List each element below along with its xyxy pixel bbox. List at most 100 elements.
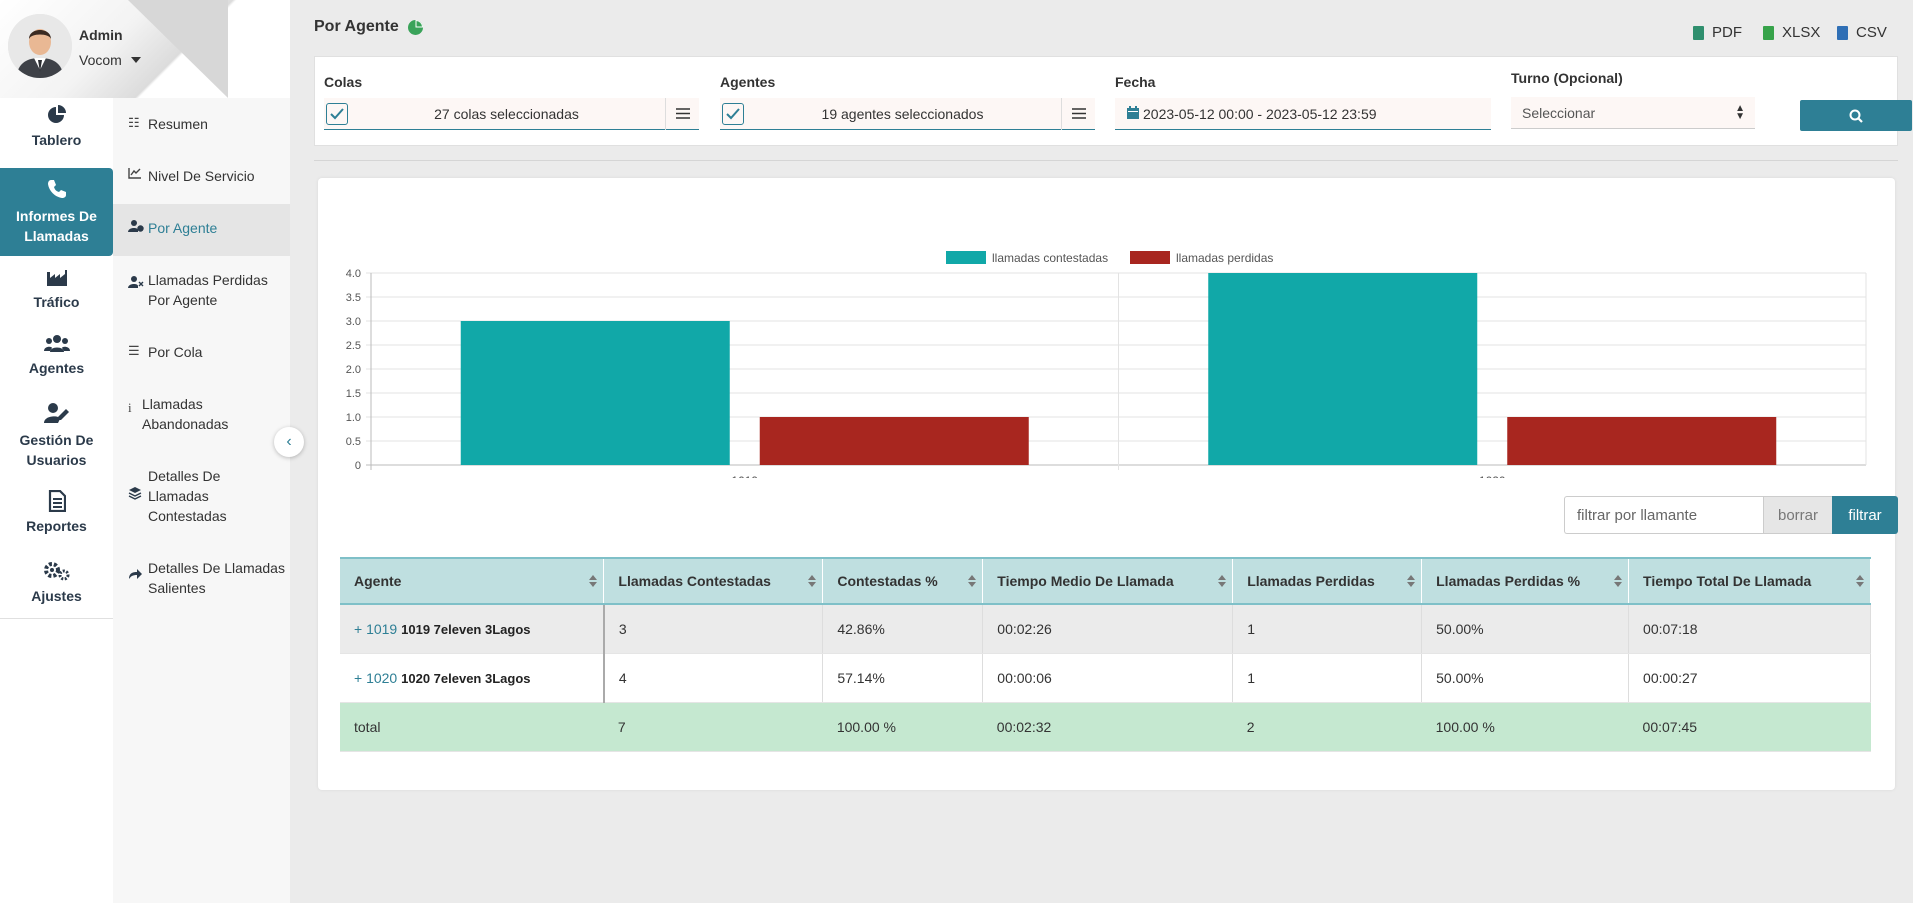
- nav-item-label: Ajustes: [31, 588, 82, 604]
- user-clock-icon: [128, 219, 148, 235]
- table-header-row: Agente Llamadas Contestadas Contestadas …: [340, 557, 1871, 605]
- sort-caret-icon: ▲ ▼: [1735, 102, 1745, 122]
- column-header[interactable]: Tiempo Total De Llamada: [1628, 557, 1871, 605]
- table-cell: 57.14%: [822, 653, 984, 703]
- caller-filter-input[interactable]: [1564, 496, 1764, 534]
- apply-filter-button[interactable]: filtrar: [1832, 496, 1898, 534]
- agentes-label: Agentes: [720, 74, 776, 90]
- column-header[interactable]: Llamadas Perdidas %: [1421, 557, 1630, 605]
- turno-value: Seleccionar: [1522, 104, 1596, 121]
- user-profile-box[interactable]: Admin Vocom: [0, 0, 290, 98]
- submenu-item-label: Por Agente: [148, 220, 218, 236]
- chevron-down-icon[interactable]: [131, 57, 141, 63]
- export-xlsx-button[interactable]: XLSX: [1763, 24, 1820, 41]
- colas-multiselect[interactable]: 27 colas seleccionadas: [324, 97, 699, 130]
- submenu-item-detalles-contestadas[interactable]: Detalles De Llamadas Contestadas: [113, 466, 290, 530]
- y-tick-label: 4.0: [346, 268, 361, 280]
- layers-icon: [128, 486, 148, 503]
- nav-item-ajustes[interactable]: Ajustes: [0, 560, 113, 620]
- nav-item-tablero[interactable]: Tablero: [0, 104, 113, 164]
- line-chart-icon: [128, 167, 148, 182]
- turno-select[interactable]: Seleccionar ▲ ▼: [1511, 97, 1755, 129]
- submenu-item-label: Nivel De Servicio: [148, 168, 255, 184]
- checkbox-icon[interactable]: [722, 102, 744, 125]
- submenu: ☷ Resumen Nivel De Servicio Por Agente L…: [113, 98, 290, 903]
- column-header-label: Contestadas %: [837, 573, 938, 589]
- divider: [314, 160, 1898, 161]
- agent-name: 1020 7eleven 3Lagos: [401, 670, 531, 686]
- checkbox-icon[interactable]: [326, 102, 348, 125]
- nav-item-agentes[interactable]: Agentes: [0, 334, 113, 394]
- table-cell: 42.86%: [822, 604, 984, 654]
- agentes-multiselect[interactable]: 19 agentes seleccionados: [720, 97, 1095, 130]
- colas-value: 27 colas seleccionadas: [434, 105, 579, 122]
- table-row: + 1020 1020 7eleven 3Lagos 4 57.14% 00:0…: [340, 653, 1871, 703]
- legend-label: llamadas perdidas: [1176, 251, 1273, 265]
- export-pdf-button[interactable]: PDF: [1693, 24, 1742, 41]
- nav-item-label: Reportes: [26, 518, 87, 534]
- y-tick-label: 0: [355, 460, 361, 472]
- turno-label: Turno (Opcional): [1511, 70, 1623, 86]
- total-label: total: [340, 702, 604, 752]
- y-tick-label: 0.5: [346, 436, 361, 448]
- submenu-item-nivel-servicio[interactable]: Nivel De Servicio: [113, 166, 290, 192]
- export-csv-button[interactable]: CSV: [1837, 24, 1887, 41]
- submenu-item-por-cola[interactable]: ☰ Por Cola: [113, 342, 290, 368]
- column-header[interactable]: Agente: [340, 557, 605, 605]
- nav-item-trafico[interactable]: Tráfico: [0, 268, 113, 328]
- collapse-sidebar-button[interactable]: ‹: [274, 427, 304, 457]
- y-tick-label: 1.5: [346, 388, 361, 400]
- y-tick-label: 2.0: [346, 364, 361, 376]
- column-header[interactable]: Contestadas %: [822, 557, 984, 605]
- table-cell: 100.00 %: [1421, 702, 1629, 752]
- nav-item-label: Informes De Llamadas: [16, 208, 97, 244]
- submenu-item-label: Llamadas Perdidas Por Agente: [148, 272, 268, 308]
- submenu-item-detalles-salientes[interactable]: Detalles De Llamadas Salientes: [113, 558, 290, 602]
- agentes-value: 19 agentes seleccionados: [821, 105, 984, 122]
- user-name: Admin: [79, 27, 123, 43]
- date-range-input[interactable]: 2023-05-12 00:00 - 2023-05-12 23:59: [1115, 98, 1491, 130]
- column-header[interactable]: Tiempo Medio De Llamada: [982, 557, 1234, 605]
- menu-icon[interactable]: [665, 97, 699, 130]
- gears-icon: [43, 562, 69, 581]
- export-pdf-label: PDF: [1712, 24, 1742, 41]
- nav-item-reportes[interactable]: Reportes: [0, 490, 113, 550]
- search-button[interactable]: [1800, 100, 1912, 131]
- nav-item-gestion-usuarios[interactable]: Gestión De Usuarios: [0, 402, 113, 472]
- submenu-item-resumen[interactable]: ☷ Resumen: [113, 114, 290, 140]
- table-cell: 7: [603, 702, 823, 752]
- bar-llamadas-contestadas: [1208, 273, 1478, 465]
- avatar: [8, 14, 72, 78]
- submenu-item-abandonadas[interactable]: i Llamadas Abandonadas: [113, 394, 290, 438]
- pie-chart-icon: [47, 105, 66, 123]
- expand-row-link[interactable]: + 1020: [354, 670, 397, 686]
- submenu-item-label: Resumen: [148, 116, 208, 132]
- nav-item-informes[interactable]: Informes De Llamadas: [0, 168, 113, 256]
- fecha-label: Fecha: [1115, 74, 1156, 90]
- agent-cell: + 1020 1020 7eleven 3Lagos: [340, 653, 605, 703]
- table-total-row: total 7 100.00 % 00:02:32 2 100.00 % 00:…: [340, 702, 1871, 752]
- table-cell: 100.00 %: [822, 702, 983, 752]
- clear-filter-button[interactable]: borrar: [1763, 496, 1833, 534]
- user-edit-icon: [43, 403, 69, 423]
- expand-row-link[interactable]: + 1019: [354, 621, 397, 637]
- column-header-label: Llamadas Perdidas %: [1436, 573, 1581, 589]
- bar-llamadas-contestadas: [460, 321, 730, 465]
- legend-swatch: [1130, 251, 1170, 264]
- y-tick-label: 3.5: [346, 292, 361, 304]
- chevron-left-icon: ‹: [286, 433, 292, 450]
- main-content: Por Agente PDF XLSX CSV Colas 27 colas s…: [290, 0, 1913, 903]
- column-header[interactable]: Llamadas Perdidas: [1232, 557, 1423, 605]
- export-csv-label: CSV: [1856, 24, 1887, 41]
- nav-item-label: Tráfico: [33, 294, 80, 310]
- table-cell: 1: [1232, 653, 1423, 703]
- decorative-corner: [128, 0, 228, 98]
- agent-report-table: Agente Llamadas Contestadas Contestadas …: [340, 557, 1871, 752]
- agent-cell: + 1019 1019 7eleven 3Lagos: [340, 604, 605, 654]
- submenu-item-perdidas-por-agente[interactable]: Llamadas Perdidas Por Agente: [113, 270, 290, 314]
- submenu-item-por-agente[interactable]: Por Agente: [113, 204, 290, 256]
- menu-icon[interactable]: [1061, 97, 1095, 130]
- column-header[interactable]: Llamadas Contestadas: [603, 557, 824, 605]
- colas-label: Colas: [324, 74, 363, 90]
- pie-chart-icon: [408, 20, 423, 35]
